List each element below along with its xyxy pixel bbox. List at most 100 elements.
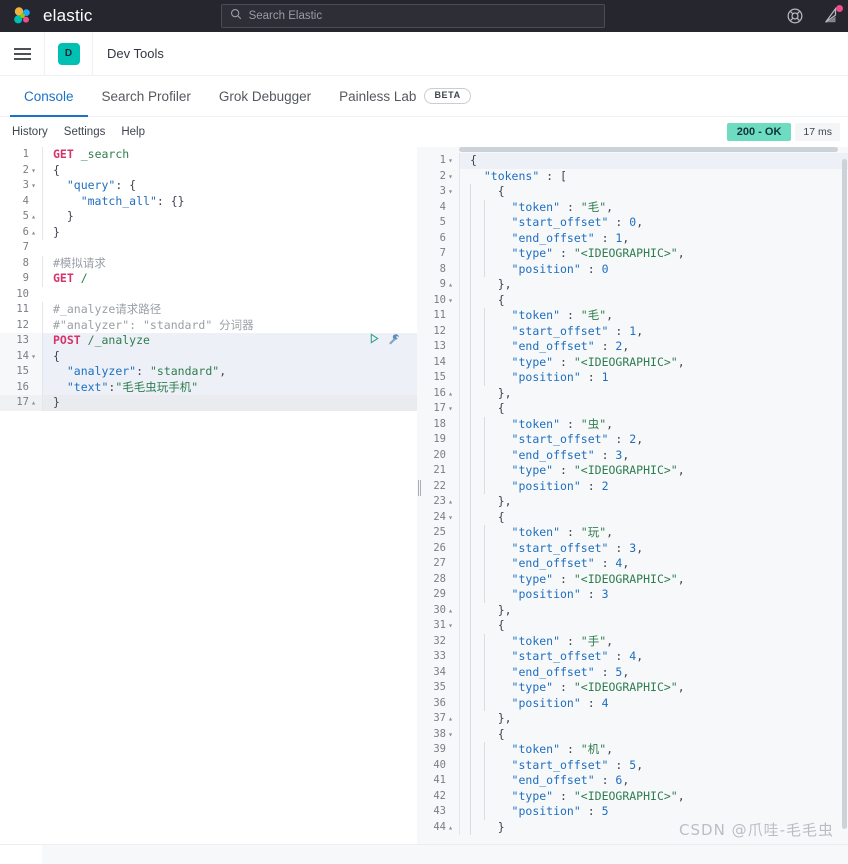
fold-open-icon[interactable]: ▾ (29, 178, 38, 194)
code-line[interactable]: 36 "position" : 4 (417, 695, 848, 711)
code-line[interactable]: 7 "type" : "<IDEOGRAPHIC>", (417, 246, 848, 262)
code-line[interactable]: 9 GET / (0, 271, 417, 287)
code-line[interactable]: 5 "start_offset" : 0, (417, 215, 848, 231)
code-line[interactable]: 10 ▾ { (417, 292, 848, 309)
code-line[interactable]: 16 "text":"毛毛虫玩手机" (0, 379, 417, 395)
code-line[interactable]: 27 "end_offset" : 4, (417, 556, 848, 572)
response-vertical-scrollbar[interactable] (842, 159, 847, 829)
fold-close-icon[interactable]: ▴ (29, 225, 38, 241)
fold-close-icon[interactable]: ▴ (446, 603, 455, 619)
fold-open-icon[interactable]: ▾ (446, 153, 455, 169)
code-line[interactable]: 7 (0, 240, 417, 256)
response-viewer[interactable]: 1 ▾{2 ▾ "tokens" : [3 ▾ {4 "token" : "毛", 5 … (417, 147, 848, 844)
fold-open-icon[interactable]: ▾ (446, 618, 455, 634)
code-line[interactable]: 16 ▴ }, (417, 385, 848, 402)
code-line[interactable]: 40 "start_offset" : 5, (417, 757, 848, 773)
fold-open-icon[interactable]: ▾ (446, 184, 455, 200)
fold-open-icon[interactable]: ▾ (446, 293, 455, 309)
code-line[interactable]: 2 ▾{ (0, 162, 417, 179)
code-line[interactable]: 9 ▴ }, (417, 277, 848, 293)
code-line[interactable]: 13 "end_offset" : 2, (417, 339, 848, 355)
code-line[interactable]: 35 "type" : "<IDEOGRAPHIC>", (417, 680, 848, 696)
code-line[interactable]: 2 ▾ "tokens" : [ (417, 168, 848, 185)
code-line[interactable]: 30 ▴ }, (417, 602, 848, 619)
code-line[interactable]: 29 "position" : 3 (417, 587, 848, 603)
code-line[interactable]: 11 "token" : "毛", (417, 308, 848, 324)
brand[interactable]: elastic (12, 5, 93, 27)
tab-grok-debugger[interactable]: Grok Debugger (205, 76, 325, 116)
code-line[interactable]: 8 "position" : 0 (417, 261, 848, 277)
fold-close-icon[interactable]: ▴ (446, 820, 455, 836)
fold-open-icon[interactable]: ▾ (446, 401, 455, 417)
code-line[interactable]: 28 "type" : "<IDEOGRAPHIC>", (417, 571, 848, 587)
code-line[interactable]: 32 "token" : "手", (417, 633, 848, 649)
history-link[interactable]: History (12, 126, 48, 138)
play-request-icon[interactable] (369, 333, 380, 349)
fold-close-icon[interactable]: ▴ (29, 209, 38, 225)
code-line[interactable]: 3 ▾ "query": { (0, 178, 417, 194)
search-input-placeholder[interactable]: Search Elastic (249, 10, 323, 22)
code-line[interactable]: 17 ▴} (0, 395, 417, 411)
hamburger-menu-icon[interactable] (0, 32, 44, 76)
fold-open-icon[interactable]: ▾ (446, 169, 455, 185)
tab-console[interactable]: Console (10, 76, 88, 117)
code-line[interactable]: 15 "position" : 1 (417, 370, 848, 386)
global-search[interactable]: Search Elastic (220, 4, 605, 28)
code-line[interactable]: 43 "position" : 5 (417, 804, 848, 820)
code-line[interactable]: 34 "end_offset" : 5, (417, 664, 848, 680)
fold-open-icon[interactable]: ▾ (29, 349, 38, 365)
code-line[interactable]: 33 "start_offset" : 4, (417, 649, 848, 665)
code-line[interactable]: 41 "end_offset" : 6, (417, 773, 848, 789)
code-line[interactable]: 21 "type" : "<IDEOGRAPHIC>", (417, 463, 848, 479)
code-line[interactable]: 20 "end_offset" : 3, (417, 447, 848, 463)
code-line[interactable]: 31 ▾ { (417, 618, 848, 634)
code-line[interactable]: 12 "start_offset" : 1, (417, 323, 848, 339)
fold-open-icon[interactable]: ▾ (446, 727, 455, 743)
code-line[interactable]: 14 ▾{ (0, 348, 417, 365)
code-line[interactable]: 4 "match_all": {} (0, 193, 417, 209)
code-line[interactable]: 11 #_analyze请求路径 (0, 302, 417, 318)
code-line[interactable]: 15 "analyzer": "standard", (0, 364, 417, 380)
code-line[interactable]: 23 ▴ }, (417, 494, 848, 510)
code-line[interactable]: 38 ▾ { (417, 726, 848, 743)
code-line[interactable]: 4 "token" : "毛", (417, 199, 848, 215)
code-line[interactable]: 18 "token" : "虫", (417, 416, 848, 432)
code-line[interactable]: 10 (0, 286, 417, 302)
code-line[interactable]: 19 "start_offset" : 2, (417, 432, 848, 448)
code-line[interactable]: 42 "type" : "<IDEOGRAPHIC>", (417, 788, 848, 804)
code-line[interactable]: 37 ▴ }, (417, 711, 848, 727)
code-line[interactable]: 24 ▾ { (417, 509, 848, 526)
help-link[interactable]: Help (121, 126, 145, 138)
fold-close-icon[interactable]: ▴ (446, 711, 455, 727)
code-line[interactable]: 5 ▴ } (0, 209, 417, 225)
fold-close-icon[interactable]: ▴ (446, 494, 455, 510)
code-line[interactable]: 14 "type" : "<IDEOGRAPHIC>", (417, 354, 848, 370)
code-line[interactable]: 1 ▾{ (417, 153, 848, 169)
fold-open-icon[interactable]: ▾ (446, 510, 455, 526)
code-line[interactable]: 6 ▴} (0, 224, 417, 241)
request-editor[interactable]: 1 GET _search 2 ▾{3 ▾ "query": {4 "match_all… (0, 147, 417, 844)
fold-open-icon[interactable]: ▾ (29, 163, 38, 179)
help-lifebuoy-icon[interactable] (786, 7, 804, 25)
code-line[interactable]: 25 "token" : "玩", (417, 525, 848, 541)
code-line[interactable]: 17 ▾ { (417, 401, 848, 417)
response-code-rows[interactable]: 1 ▾{2 ▾ "tokens" : [3 ▾ {4 "token" : "毛", 5 … (417, 147, 848, 835)
code-line[interactable]: 1 GET _search (0, 147, 417, 163)
fold-close-icon[interactable]: ▴ (29, 395, 38, 411)
code-line[interactable]: 3 ▾ { (417, 184, 848, 200)
wrench-icon[interactable] (387, 333, 399, 350)
app-chip-cell[interactable]: D (45, 32, 92, 76)
tab-painless-lab[interactable]: Painless Lab BETA (325, 76, 485, 116)
tab-search-profiler[interactable]: Search Profiler (88, 76, 205, 116)
fold-close-icon[interactable]: ▴ (446, 277, 455, 293)
fold-close-icon[interactable]: ▴ (446, 386, 455, 402)
code-line[interactable]: 39 "token" : "机", (417, 742, 848, 758)
response-horizontal-scrollbar[interactable] (459, 147, 838, 152)
code-line[interactable]: 13 POST /_analyze (0, 333, 417, 349)
kibana-notification-icon[interactable] (822, 5, 843, 25)
code-line[interactable]: 8 #模拟请求 (0, 255, 417, 271)
code-line[interactable]: 22 "position" : 2 (417, 478, 848, 494)
code-line[interactable]: 44 ▴ } (417, 819, 848, 836)
code-line[interactable]: 12 #"analyzer": "standard" 分词器 (0, 317, 417, 333)
settings-link[interactable]: Settings (64, 126, 106, 138)
